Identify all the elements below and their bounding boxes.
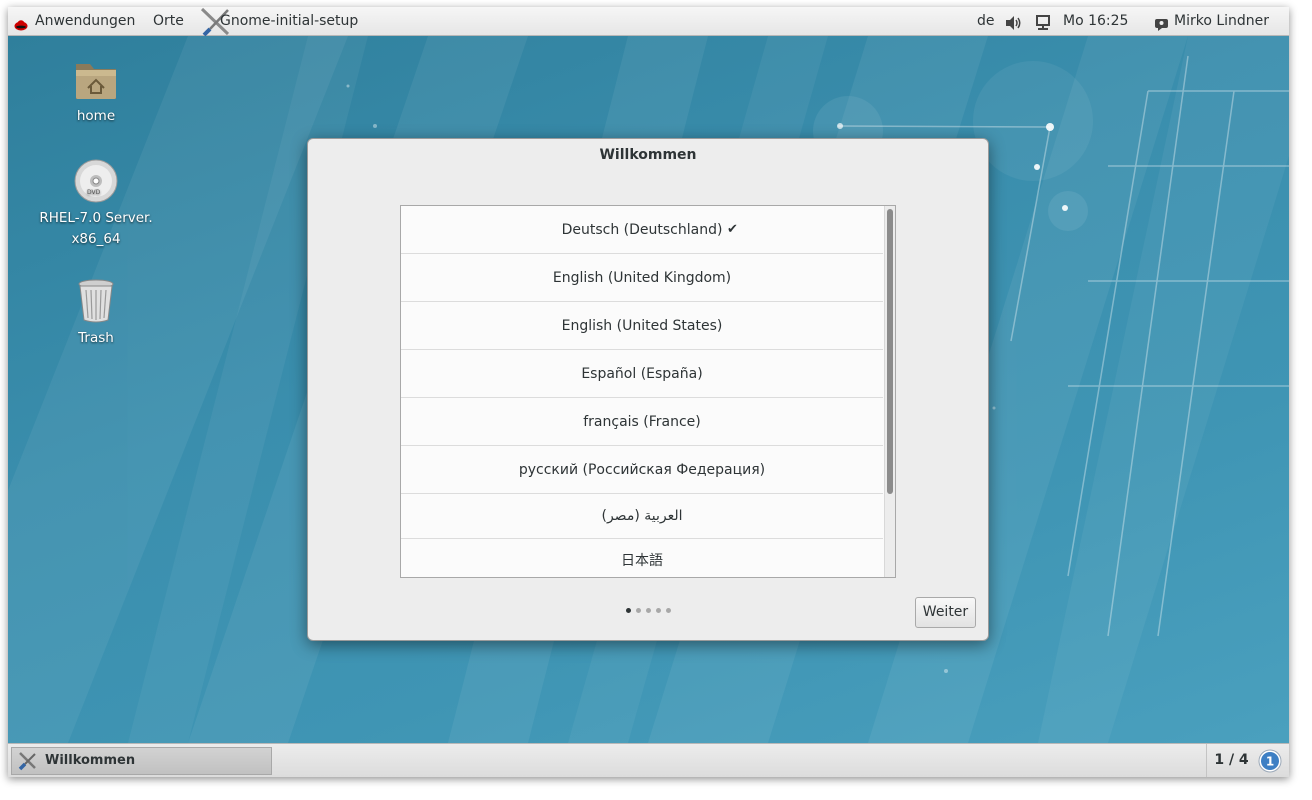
language-name: français (France) <box>583 414 701 430</box>
dvd-label-line1: RHEL-7.0 Server. <box>39 210 153 226</box>
checkmark-icon: ✔ <box>727 222 738 237</box>
user-chat-icon[interactable] <box>1154 14 1170 31</box>
page-indicator <box>620 606 680 616</box>
dvd-disc-icon: DVD <box>74 159 118 203</box>
workspace-indicator[interactable]: 1 / 4 <box>1206 744 1256 777</box>
home-label: home <box>76 108 116 124</box>
dvd-drive-icon[interactable]: DVD RHEL-7.0 Server. x86_64 <box>36 158 156 250</box>
language-name: русский (Российская Федерация) <box>518 462 766 478</box>
network-icon[interactable] <box>1035 13 1051 30</box>
language-row[interactable]: français (France) <box>401 398 883 446</box>
notification-count: 1 <box>1266 755 1274 769</box>
language-row[interactable]: русский (Российская Федерация) <box>401 446 883 494</box>
desktop-area: home DVD RHEL-7.0 Server. x86_64 Trash W… <box>8 36 1289 743</box>
language-row[interactable]: English (United Kingdom) <box>401 254 883 302</box>
clock[interactable]: Mo 16:25 <box>1063 7 1128 36</box>
language-row[interactable]: العربية (مصر) <box>401 494 883 539</box>
page-dot <box>636 608 641 613</box>
svg-text:DVD: DVD <box>87 189 101 196</box>
folder-home-icon <box>76 64 116 99</box>
page-dot <box>666 608 671 613</box>
language-row[interactable]: 日本語 <box>401 539 883 577</box>
redhat-icon[interactable] <box>14 14 28 31</box>
taskbar-window-label: Willkommen <box>45 753 136 768</box>
language-row[interactable]: Español (España) <box>401 350 883 398</box>
volume-icon[interactable] <box>1005 13 1023 30</box>
places-menu[interactable]: Orte <box>153 7 184 36</box>
language-name: Español (España) <box>581 366 703 382</box>
bottom-panel: Willkommen 1 / 4 1 <box>8 743 1289 777</box>
top-bar: Anwendungen Orte Gnome-initial-setup de … <box>8 7 1289 37</box>
language-row[interactable]: Deutsch (Deutschland) ✔ <box>401 206 883 254</box>
notification-badge-icon[interactable]: 1 <box>1258 749 1282 773</box>
page-dot <box>646 608 651 613</box>
welcome-dialog: Willkommen Deutsch (Deutschland) ✔ Engli… <box>307 138 989 641</box>
trash-icon[interactable]: Trash <box>36 278 156 349</box>
page-dot <box>656 608 661 613</box>
desktop-screen: Anwendungen Orte Gnome-initial-setup de … <box>8 7 1289 777</box>
trash-can-icon <box>78 279 114 323</box>
dialog-title: Willkommen <box>599 147 697 163</box>
app-menu[interactable]: Gnome-initial-setup <box>220 7 358 36</box>
language-name: English (United States) <box>561 318 723 334</box>
taskbar-window-button[interactable]: Willkommen <box>11 747 272 775</box>
page-dot-active <box>626 608 631 613</box>
language-list[interactable]: Deutsch (Deutschland) ✔ English (United … <box>400 205 896 578</box>
scrollbar-thumb[interactable] <box>887 209 893 494</box>
applications-menu[interactable]: Anwendungen <box>35 7 135 36</box>
dvd-label-line2: x86_64 <box>71 231 121 247</box>
trash-label: Trash <box>78 330 114 346</box>
language-name: English (United Kingdom) <box>552 270 732 286</box>
next-button[interactable]: Weiter <box>915 597 976 628</box>
user-menu[interactable]: Mirko Lindner <box>1174 7 1269 36</box>
language-name: 日本語 <box>621 553 663 569</box>
language-name: Deutsch (Deutschland) <box>561 222 723 238</box>
language-row[interactable]: English (United States) <box>401 302 883 350</box>
tools-icon <box>18 752 36 771</box>
language-list-scrollbar[interactable] <box>884 206 895 577</box>
home-folder-icon[interactable]: home <box>36 58 156 127</box>
language-name: العربية (مصر) <box>601 508 683 524</box>
keyboard-layout-indicator[interactable]: de <box>977 7 995 36</box>
